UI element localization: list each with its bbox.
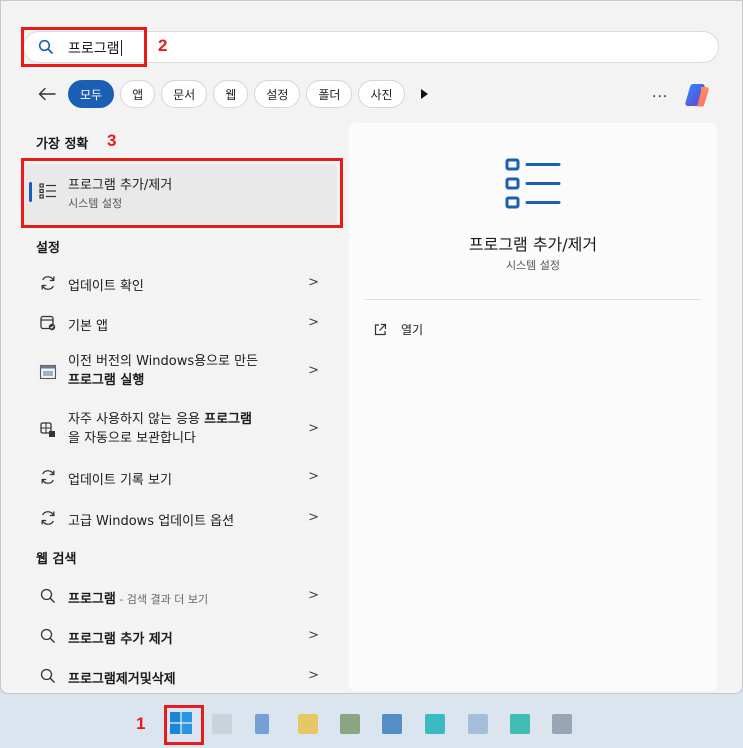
chevron-right-icon: >	[308, 588, 319, 603]
chevron-right-icon: >	[308, 315, 319, 330]
annotation-number-2: 2	[158, 36, 168, 55]
taskbar-app-icon[interactable]	[255, 714, 269, 734]
sync-icon	[41, 511, 55, 525]
taskbar-app-icon[interactable]	[468, 714, 488, 734]
taskbar-app-icon[interactable]	[552, 714, 572, 734]
compat-icon	[39, 364, 57, 380]
archive-apps-icon	[40, 422, 55, 437]
back-arrow-icon[interactable]	[35, 82, 59, 106]
more-options-button[interactable]: ...	[652, 85, 668, 101]
start-search-panel: 프로그램 2 모두 앱 문서 웹 설정 폴더 사진 ... 가장 정확 3 프로…	[0, 0, 743, 694]
taskbar-app-icon[interactable]	[298, 714, 318, 734]
chevron-right-icon: >	[308, 469, 319, 484]
taskbar-app-icon[interactable]	[212, 714, 232, 734]
detail-pane: 프로그램 추가/제거 시스템 설정 열기	[349, 123, 717, 691]
settings-item-line2: 프로그램 실행	[68, 373, 145, 388]
settings-item-update-history[interactable]: 업데이트 기록 보기 >	[23, 457, 337, 497]
detail-title: 프로그램 추가/제거	[468, 235, 598, 254]
filter-apps[interactable]: 앱	[120, 80, 156, 108]
open-external-icon	[374, 323, 387, 335]
settings-item-check-updates[interactable]: 업데이트 확인 >	[23, 263, 337, 303]
settings-item-label: 업데이트 확인	[68, 279, 144, 294]
sync-icon	[41, 276, 55, 290]
web-item-3[interactable]: 프로그램제거및삭제 >	[23, 656, 337, 696]
chevron-right-icon: >	[308, 628, 319, 643]
settings-item-label: 고급 Windows 업데이트 옵션	[68, 514, 235, 529]
settings-item-advanced-update[interactable]: 고급 Windows 업데이트 옵션 >	[23, 498, 337, 538]
settings-item-label: 기본 앱	[68, 319, 109, 334]
copilot-icon[interactable]	[684, 81, 712, 109]
web-item-label: 프로그램 추가 제거	[68, 632, 173, 647]
taskbar-app-icon[interactable]	[340, 714, 360, 734]
taskbar-app-icon[interactable]	[382, 714, 402, 734]
settings-item-archive-apps[interactable]: 자주 사용하지 않는 응용 프로그램 을 자동으로 보관합니다 >	[23, 407, 337, 453]
chevron-right-icon: >	[308, 363, 319, 378]
section-web-search: 웹 검색	[36, 552, 77, 567]
filter-settings[interactable]: 설정	[254, 80, 301, 108]
more-filters-icon[interactable]	[420, 89, 428, 99]
annotation-number-3: 3	[107, 131, 117, 150]
taskbar-app-icon[interactable]	[425, 714, 445, 734]
open-action[interactable]: 열기	[373, 321, 423, 338]
filter-folders[interactable]: 폴더	[306, 80, 353, 108]
search-icon	[40, 628, 55, 643]
annotation-box-search	[21, 27, 147, 67]
settings-item-line1: 이전 버전의 Windows용으로 만든	[68, 354, 259, 369]
web-item-1[interactable]: 프로그램 - 검색 결과 더 보기 >	[23, 576, 337, 616]
settings-item-default-apps[interactable]: 기본 앱 >	[23, 303, 337, 343]
detail-subtitle: 시스템 설정	[505, 259, 561, 272]
settings-item-label: 업데이트 기록 보기	[68, 473, 172, 488]
chevron-right-icon: >	[308, 510, 319, 525]
chevron-right-icon: >	[308, 275, 319, 290]
open-label: 열기	[401, 323, 424, 337]
section-settings: 설정	[36, 241, 60, 256]
filter-photos[interactable]: 사진	[358, 80, 405, 108]
settings-item-line2: 을 자동으로 보관합니다	[68, 431, 196, 446]
settings-item-compatibility[interactable]: 이전 버전의 Windows용으로 만든 프로그램 실행 >	[23, 349, 337, 395]
chevron-right-icon: >	[308, 668, 319, 683]
default-apps-icon	[40, 315, 56, 331]
chevron-right-icon: >	[308, 421, 319, 436]
filter-documents[interactable]: 문서	[161, 80, 208, 108]
filter-web[interactable]: 웹	[213, 80, 249, 108]
settings-item-line1: 자주 사용하지 않는 응용 프로그램	[68, 412, 252, 427]
filter-bar: 모두 앱 문서 웹 설정 폴더 사진	[35, 80, 428, 108]
list-settings-icon	[505, 158, 561, 209]
section-best-match: 가장 정확	[36, 137, 89, 152]
annotation-box-best-match	[21, 158, 343, 228]
taskbar: 1	[0, 694, 743, 748]
annotation-number-1: 1	[136, 714, 146, 733]
web-item-2[interactable]: 프로그램 추가 제거 >	[23, 616, 337, 656]
web-item-label: 프로그램제거및삭제	[68, 672, 176, 687]
sync-icon	[41, 470, 55, 484]
divider	[365, 299, 701, 300]
annotation-box-start	[164, 705, 204, 745]
filter-all[interactable]: 모두	[68, 80, 115, 108]
search-icon	[40, 588, 55, 603]
web-item-label: 프로그램 - 검색 결과 더 보기	[68, 592, 209, 607]
taskbar-app-icon[interactable]	[510, 714, 530, 734]
search-icon	[40, 668, 55, 683]
